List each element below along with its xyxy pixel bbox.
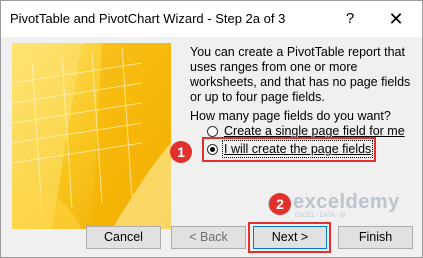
option-create-page-fields[interactable]: I will create the page fields: [207, 140, 374, 158]
option-label: I will create the page fields: [221, 140, 374, 158]
radio-unselected-icon[interactable]: [207, 125, 218, 137]
pivot-art-icon: [12, 43, 171, 229]
description-text: You can create a PivotTable report that …: [190, 45, 411, 104]
next-button[interactable]: Next >: [253, 226, 327, 249]
finish-button[interactable]: Finish: [338, 226, 413, 249]
watermark-tagline: EXCEL · DATA · BI: [295, 213, 346, 219]
back-button[interactable]: < Back: [171, 226, 246, 249]
close-button[interactable]: ✕: [384, 7, 408, 31]
radio-selected-icon[interactable]: [207, 143, 218, 155]
cancel-button[interactable]: Cancel: [86, 226, 161, 249]
option-label: Create a single page field for me: [224, 124, 405, 138]
wizard-dialog: PivotTable and PivotChart Wizard - Step …: [0, 0, 423, 258]
step-badge-1: 1: [170, 141, 192, 163]
step-badge-2: 2: [269, 193, 291, 215]
help-button[interactable]: ?: [339, 7, 361, 31]
watermark-name: exceldemy: [293, 191, 400, 213]
page-fields-question: How many page fields do you want?: [190, 109, 391, 123]
wizard-illustration: [12, 43, 171, 229]
title-bar: PivotTable and PivotChart Wizard - Step …: [1, 1, 422, 37]
dialog-title: PivotTable and PivotChart Wizard - Step …: [10, 11, 286, 26]
